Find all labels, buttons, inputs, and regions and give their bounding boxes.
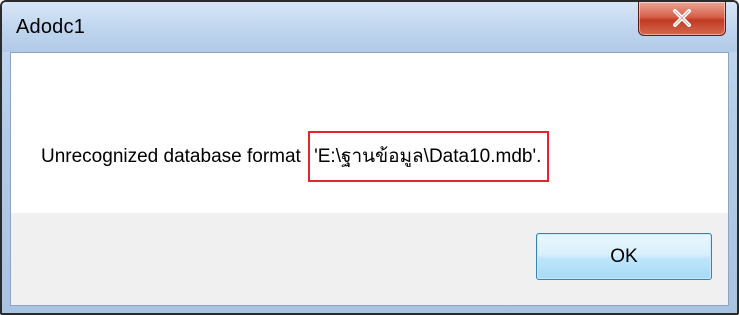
message-area: Unrecognized database format 'E:\ฐานข้อม… — [11, 53, 728, 213]
title-bar[interactable]: Adodc1 — [2, 2, 737, 52]
error-message-text: Unrecognized database format — [41, 146, 307, 167]
error-dialog: Adodc1 Unrecognized database format 'E:\… — [0, 0, 739, 315]
close-button[interactable] — [638, 2, 726, 36]
ok-button[interactable]: OK — [536, 233, 712, 280]
dialog-client-area: Unrecognized database format 'E:\ฐานข้อม… — [10, 52, 729, 306]
highlighted-file-path: 'E:\ฐานข้อมูล\Data10.mdb'. — [308, 131, 550, 182]
window-title: Adodc1 — [16, 16, 86, 38]
error-message: Unrecognized database format 'E:\ฐานข้อม… — [41, 131, 550, 182]
close-icon — [673, 9, 691, 27]
